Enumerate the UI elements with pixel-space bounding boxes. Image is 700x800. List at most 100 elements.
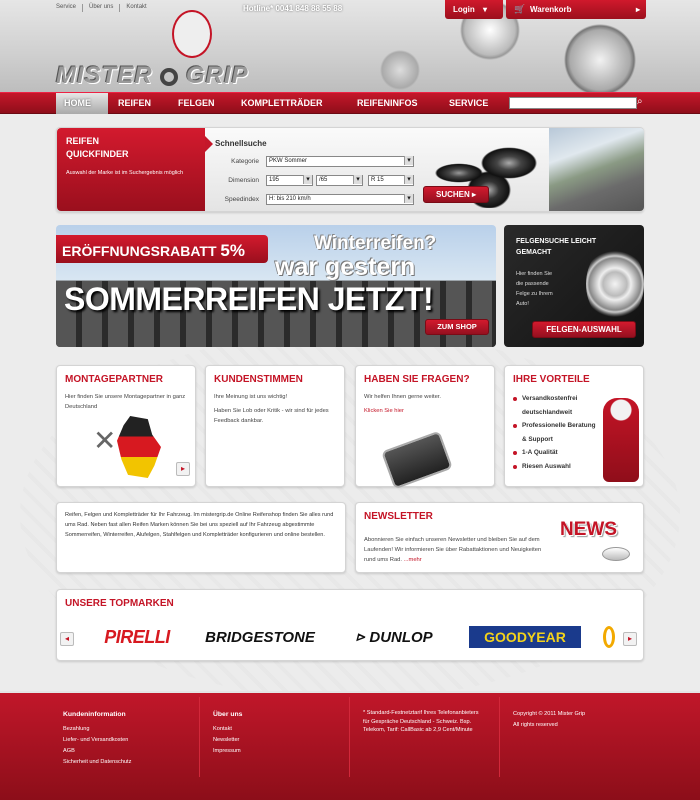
dimension-label: Dimension — [228, 177, 259, 184]
search-button[interactable]: SUCHEN ▸ — [423, 186, 489, 203]
footer-link-agb[interactable]: AGB — [63, 746, 131, 757]
newsletter-more-link[interactable]: ...mehr — [404, 557, 422, 563]
top-link-about[interactable]: Über uns — [89, 4, 113, 12]
road-image — [549, 128, 644, 211]
mascot-image — [172, 10, 212, 58]
newsletter-body: Abonnieren Sie einfach unseren Newslette… — [364, 537, 542, 563]
footer-tariff-note: * Standard-Festnetztarif Ihres Telefonan… — [363, 710, 479, 733]
copyright-text: Copyright © 2011 Mister Grip — [513, 711, 586, 717]
hotline: Hotline* 0041 848 88 55 88 — [243, 4, 343, 13]
brand-pirelli[interactable]: PIRELLI — [91, 626, 183, 648]
vorteile-title: IHRE VORTEILE — [513, 374, 590, 385]
fragen-card: HABEN SIE FRAGEN? Wir helfen Ihnen gerne… — [355, 365, 495, 490]
footer-link-shipping[interactable]: Liefer- und Versandkosten — [63, 735, 131, 746]
cart-button[interactable]: 🛒 Warenkorb ▸ — [506, 0, 646, 19]
nav-reifeninfos[interactable]: REIFENINFOS — [349, 93, 426, 114]
nav-reifen[interactable]: REIFEN — [110, 93, 159, 114]
newsletter-text: Abonnieren Sie einfach unseren Newslette… — [364, 535, 544, 565]
chevron-right-icon: ▸ — [635, 5, 640, 14]
logo-text-left: MISTER — [56, 62, 153, 89]
vorteile-item: Versandkostenfrei deutschlandweit — [513, 392, 599, 419]
discount-badge: ERÖFFNUNGSRABATT 5% — [56, 235, 268, 263]
search-icon[interactable]: ⌕ — [637, 96, 643, 107]
footer-link-contact[interactable]: Kontakt — [213, 724, 242, 735]
rim-search-title: FELGENSUCHE LEICHT GEMACHT — [516, 236, 596, 258]
ratio-select[interactable]: /65 — [316, 175, 363, 186]
width-select[interactable]: 195 — [266, 175, 313, 186]
quickfinder-title-line1: REIFEN — [66, 136, 100, 146]
discount-percent: 5% — [220, 241, 245, 260]
montage-arrow-button[interactable]: ▸ — [176, 462, 190, 476]
rim-text-line: Auto! — [516, 301, 529, 307]
chevron-left-icon: ◂ — [64, 634, 69, 643]
dunlop-arrow-icon: ⊳ — [355, 630, 366, 644]
nav-felgen[interactable]: FELGEN — [170, 93, 223, 114]
nav-komplettraeder[interactable]: KOMPLETTRÄDER — [233, 93, 331, 114]
chevron-right-icon: ▸ — [180, 464, 185, 473]
montage-title: MONTAGEPARTNER — [65, 374, 163, 385]
cart-label: Warenkorb — [530, 5, 572, 14]
newsletter-title: NEWSLETTER — [364, 511, 433, 522]
rim-text-line: Felge zu Ihrem — [516, 291, 553, 297]
footer-link-payment[interactable]: Bezahlung — [63, 724, 131, 735]
banner-line1: Winterreifen? — [314, 233, 437, 254]
footer-customer-info: Kundeninformation Bezahlung Liefer- und … — [63, 709, 131, 768]
vorteile-item: Professionelle Beratung & Support — [513, 419, 599, 446]
top-link-service[interactable]: Service — [56, 4, 76, 12]
germany-map-image — [117, 416, 161, 478]
brand-bridgestone[interactable]: BRIDGESTONE — [201, 626, 319, 648]
divider — [499, 697, 500, 777]
mouse-image — [602, 547, 630, 561]
brand-goodyear[interactable]: GOODYEAR — [469, 626, 581, 648]
kategorie-select[interactable]: PKW Sommer — [266, 156, 414, 167]
kundenstimmen-text: Ihre Meinung ist uns wichtig! Haben Sie … — [214, 392, 338, 426]
chevron-right-icon: ▸ — [472, 190, 477, 199]
vorteile-item: 1-A Qualität — [513, 446, 599, 460]
divider — [199, 697, 200, 777]
brands-next-button[interactable]: ▸ — [623, 632, 637, 646]
discount-label: ERÖFFNUNGSRABATT — [62, 243, 217, 259]
rim-search-panel: FELGENSUCHE LEICHT GEMACHT Hier finden S… — [504, 225, 644, 347]
quickfinder-title: REIFEN QUICKFINDER — [66, 135, 196, 161]
footer-link-impressum[interactable]: Impressum — [213, 746, 242, 757]
fragen-link[interactable]: Klicken Sie hier — [364, 406, 488, 416]
fragen-title: HABEN SIE FRAGEN? — [364, 374, 470, 385]
divider — [119, 4, 121, 12]
fragen-text-line: Wir helfen Ihnen gerne weiter. — [364, 394, 442, 400]
shop-button[interactable]: ZUM SHOP — [425, 319, 489, 335]
rim-text-line: Hier finden Sie — [516, 271, 553, 277]
quickfinder-description: Auswahl der Marke ist im Suchergebnis mö… — [66, 170, 184, 176]
vorteile-list: Versandkostenfrei deutschlandweit Profes… — [513, 392, 599, 473]
speedindex-select[interactable]: H: bis 210 km/h — [266, 194, 414, 205]
search-input[interactable] — [509, 97, 637, 109]
rim-select[interactable]: R 15 — [368, 175, 414, 186]
rim-text-line: die passende — [516, 281, 549, 287]
kategorie-label: Kategorie — [231, 158, 259, 165]
rim-selection-button[interactable]: FELGEN-AUSWAHL — [532, 321, 636, 338]
montage-text: Hier finden Sie unsere Montagepartner in… — [65, 394, 186, 410]
top-link-contact[interactable]: Kontakt — [126, 4, 146, 12]
header: Service Über uns Kontakt Hotline* 0041 8… — [0, 0, 700, 92]
banner-headline: SOMMERREIFEN JETZT! — [64, 281, 434, 317]
quickfinder-title-line2: QUICKFINDER — [66, 149, 129, 159]
search-button-label: SUCHEN — [435, 190, 470, 199]
brands-prev-button[interactable]: ◂ — [60, 632, 74, 646]
logo[interactable]: MISTER GRIP — [56, 62, 249, 90]
quicksearch-heading: Schnellsuche — [215, 139, 267, 148]
brand-dunlop[interactable]: ⊳ DUNLOP — [335, 626, 453, 648]
promo-banner[interactable]: ERÖFFNUNGSRABATT 5% Winterreifen? war ge… — [56, 225, 496, 347]
login-button[interactable]: Login ▾ — [445, 0, 503, 19]
kundenstimmen-title: KUNDENSTIMMEN — [214, 374, 303, 385]
login-label: Login — [453, 5, 475, 14]
montage-card: MONTAGEPARTNER Hier finden Sie unsere Mo… — [56, 365, 196, 487]
nav-home[interactable]: HOME — [56, 93, 108, 114]
footer-link-privacy[interactable]: Sicherheit und Datenschutz — [63, 757, 131, 768]
footer-link-newsletter[interactable]: Newsletter — [213, 735, 242, 746]
divider — [349, 697, 350, 777]
info-text: Reifen, Felgen und Kompletträder für Ihr… — [65, 512, 334, 538]
footer: Kundeninformation Bezahlung Liefer- und … — [0, 691, 700, 800]
footer-heading: Über uns — [213, 711, 243, 718]
rim-search-title-line2: GEMACHT — [516, 249, 552, 256]
nav-service[interactable]: SERVICE — [441, 93, 496, 114]
brands-title: UNSERE TOPMARKEN — [65, 598, 174, 609]
